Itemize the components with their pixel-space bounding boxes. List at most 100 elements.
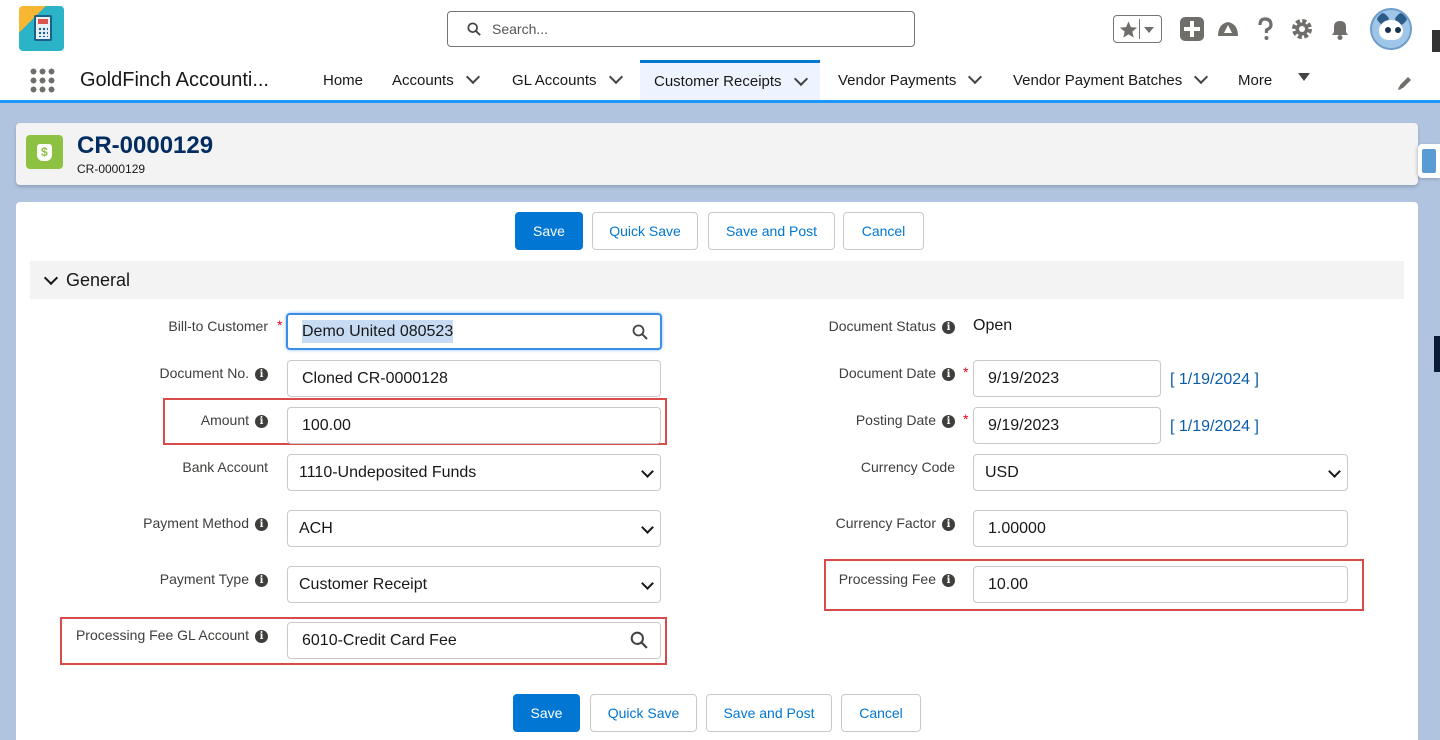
info-icon[interactable]: i <box>942 321 955 334</box>
nav-item-label: Accounts <box>392 71 454 89</box>
bank-account-label: Bank Account <box>182 459 268 475</box>
nav-item-label: GL Accounts <box>512 71 597 89</box>
record-subtitle: CR-0000129 <box>77 162 146 176</box>
nav-item-customer-receipts[interactable]: Customer Receipts <box>640 60 820 100</box>
nav-item-vendor-payment-batches[interactable]: Vendor Payment Batches <box>1013 60 1209 100</box>
amount-field[interactable]: 100.00 <box>287 407 661 444</box>
info-icon[interactable]: i <box>942 415 955 428</box>
favorites-button[interactable] <box>1113 15 1162 43</box>
record-header: CR-0000129 CR-0000129 <box>16 123 1418 185</box>
gear-icon[interactable] <box>1289 16 1315 42</box>
processing-fee-field[interactable]: 10.00 <box>973 566 1348 603</box>
document-date-today-link[interactable]: [ 1/19/2024 ] <box>1170 371 1259 389</box>
document-no-label: Document No. i <box>160 365 268 381</box>
info-icon[interactable]: i <box>255 574 268 587</box>
processing-fee-gl-account-label: Processing Fee GL Account i <box>76 627 268 643</box>
caret-down-icon <box>1298 73 1311 81</box>
record-title: CR-0000129 <box>77 132 214 159</box>
currency-factor-field[interactable]: 1.00000 <box>973 510 1348 547</box>
save-and-post-button[interactable]: Save and Post <box>706 694 832 732</box>
section-general[interactable]: General <box>30 261 1404 299</box>
required-indicator: * <box>963 411 969 427</box>
chevron-down-icon <box>641 577 654 590</box>
calculator-icon <box>34 15 52 41</box>
save-button[interactable]: Save <box>513 694 580 732</box>
window-edge <box>1434 336 1440 372</box>
nav-item-accounts[interactable]: Accounts <box>392 60 480 100</box>
posting-date-today-link[interactable]: [ 1/19/2024 ] <box>1170 418 1259 436</box>
info-icon[interactable]: i <box>255 368 268 381</box>
currency-code-label: Currency Code <box>860 459 955 475</box>
nav-item-label: Customer Receipts <box>654 73 782 90</box>
processing-fee-label: Processing Fee i <box>839 571 955 587</box>
payment-method-label: Payment Method i <box>143 515 268 531</box>
document-date-label: Document Date i <box>839 365 955 381</box>
document-date-field[interactable]: 9/19/2023 <box>973 360 1161 397</box>
app-navigation-bar: GoldFinch Accounti... Home Accounts GL A… <box>0 60 1440 103</box>
global-header <box>0 0 1440 60</box>
nav-item-home[interactable]: Home <box>323 60 363 100</box>
global-search[interactable] <box>447 11 915 47</box>
nav-item-more[interactable]: More <box>1238 60 1311 100</box>
trailhead-icon[interactable] <box>1215 16 1241 42</box>
edit-nav-pencil-icon[interactable] <box>1396 74 1414 92</box>
quick-save-button[interactable]: Quick Save <box>592 212 698 250</box>
chevron-down-icon <box>641 465 654 478</box>
app-name: GoldFinch Accounti... <box>80 69 269 91</box>
document-status-label: Document Status i <box>829 318 955 334</box>
search-icon[interactable] <box>630 631 648 649</box>
chevron-down-icon[interactable] <box>43 270 59 286</box>
posting-date-label: Posting Date i <box>856 412 955 428</box>
chevron-down-icon <box>1328 465 1341 478</box>
nav-item-label: Home <box>323 71 364 89</box>
section-title: General <box>66 270 131 290</box>
document-status-value: Open <box>973 317 1013 334</box>
document-no-field[interactable]: Cloned CR-0000128 <box>287 360 661 397</box>
window-edge <box>1432 30 1440 52</box>
user-avatar[interactable] <box>1370 8 1412 50</box>
nav-item-label: Vendor Payment Batches <box>1013 71 1183 89</box>
posting-date-field[interactable]: 9/19/2023 <box>973 407 1161 444</box>
info-icon[interactable]: i <box>255 518 268 531</box>
payment-method-select[interactable]: ACH <box>287 510 661 547</box>
search-icon[interactable] <box>632 324 648 340</box>
save-button[interactable]: Save <box>515 212 583 250</box>
cancel-button[interactable]: Cancel <box>841 694 921 732</box>
nav-item-gl-accounts[interactable]: GL Accounts <box>512 60 623 100</box>
amount-label: Amount i <box>201 412 268 428</box>
star-icon <box>1119 19 1140 39</box>
info-icon[interactable]: i <box>942 518 955 531</box>
global-actions-icon[interactable] <box>1179 16 1205 42</box>
chevron-down-icon[interactable] <box>608 69 623 85</box>
info-icon[interactable]: i <box>942 368 955 381</box>
payment-type-select[interactable]: Customer Receipt <box>287 566 661 603</box>
currency-code-select[interactable]: USD <box>973 454 1348 491</box>
chevron-down-icon[interactable] <box>968 69 983 85</box>
quick-save-button[interactable]: Quick Save <box>590 694 697 732</box>
chevron-down-icon[interactable] <box>793 71 808 86</box>
bill-to-customer-label: Bill-to Customer <box>168 318 268 334</box>
save-and-post-button[interactable]: Save and Post <box>708 212 835 250</box>
required-indicator: * <box>963 364 969 380</box>
help-icon[interactable] <box>1252 16 1278 42</box>
chevron-down-icon <box>641 521 654 534</box>
info-icon[interactable]: i <box>942 574 955 587</box>
money-bag-icon <box>26 135 63 169</box>
bank-account-select[interactable]: 1110-Undeposited Funds <box>287 454 661 491</box>
record-edit-form: Save Quick Save Save and Post Cancel Gen… <box>16 202 1418 740</box>
app-launcher-icon[interactable] <box>29 67 55 93</box>
chevron-down-icon[interactable] <box>1144 27 1154 33</box>
chevron-down-icon[interactable] <box>1194 69 1209 85</box>
utility-panel-toggle[interactable] <box>1418 144 1440 178</box>
notifications-bell-icon[interactable] <box>1327 16 1353 42</box>
info-icon[interactable]: i <box>255 415 268 428</box>
nav-item-vendor-payments[interactable]: Vendor Payments <box>838 60 983 100</box>
bill-to-customer-field[interactable]: Demo United 080523 <box>286 313 662 350</box>
processing-fee-gl-account-field[interactable]: 6010-Credit Card Fee <box>287 622 661 659</box>
search-input[interactable] <box>492 18 892 40</box>
cancel-button[interactable]: Cancel <box>843 212 924 250</box>
goldfinch-logo[interactable] <box>19 6 64 51</box>
chevron-down-icon[interactable] <box>465 69 480 85</box>
info-icon[interactable]: i <box>255 630 268 643</box>
payment-type-label: Payment Type i <box>160 571 268 587</box>
